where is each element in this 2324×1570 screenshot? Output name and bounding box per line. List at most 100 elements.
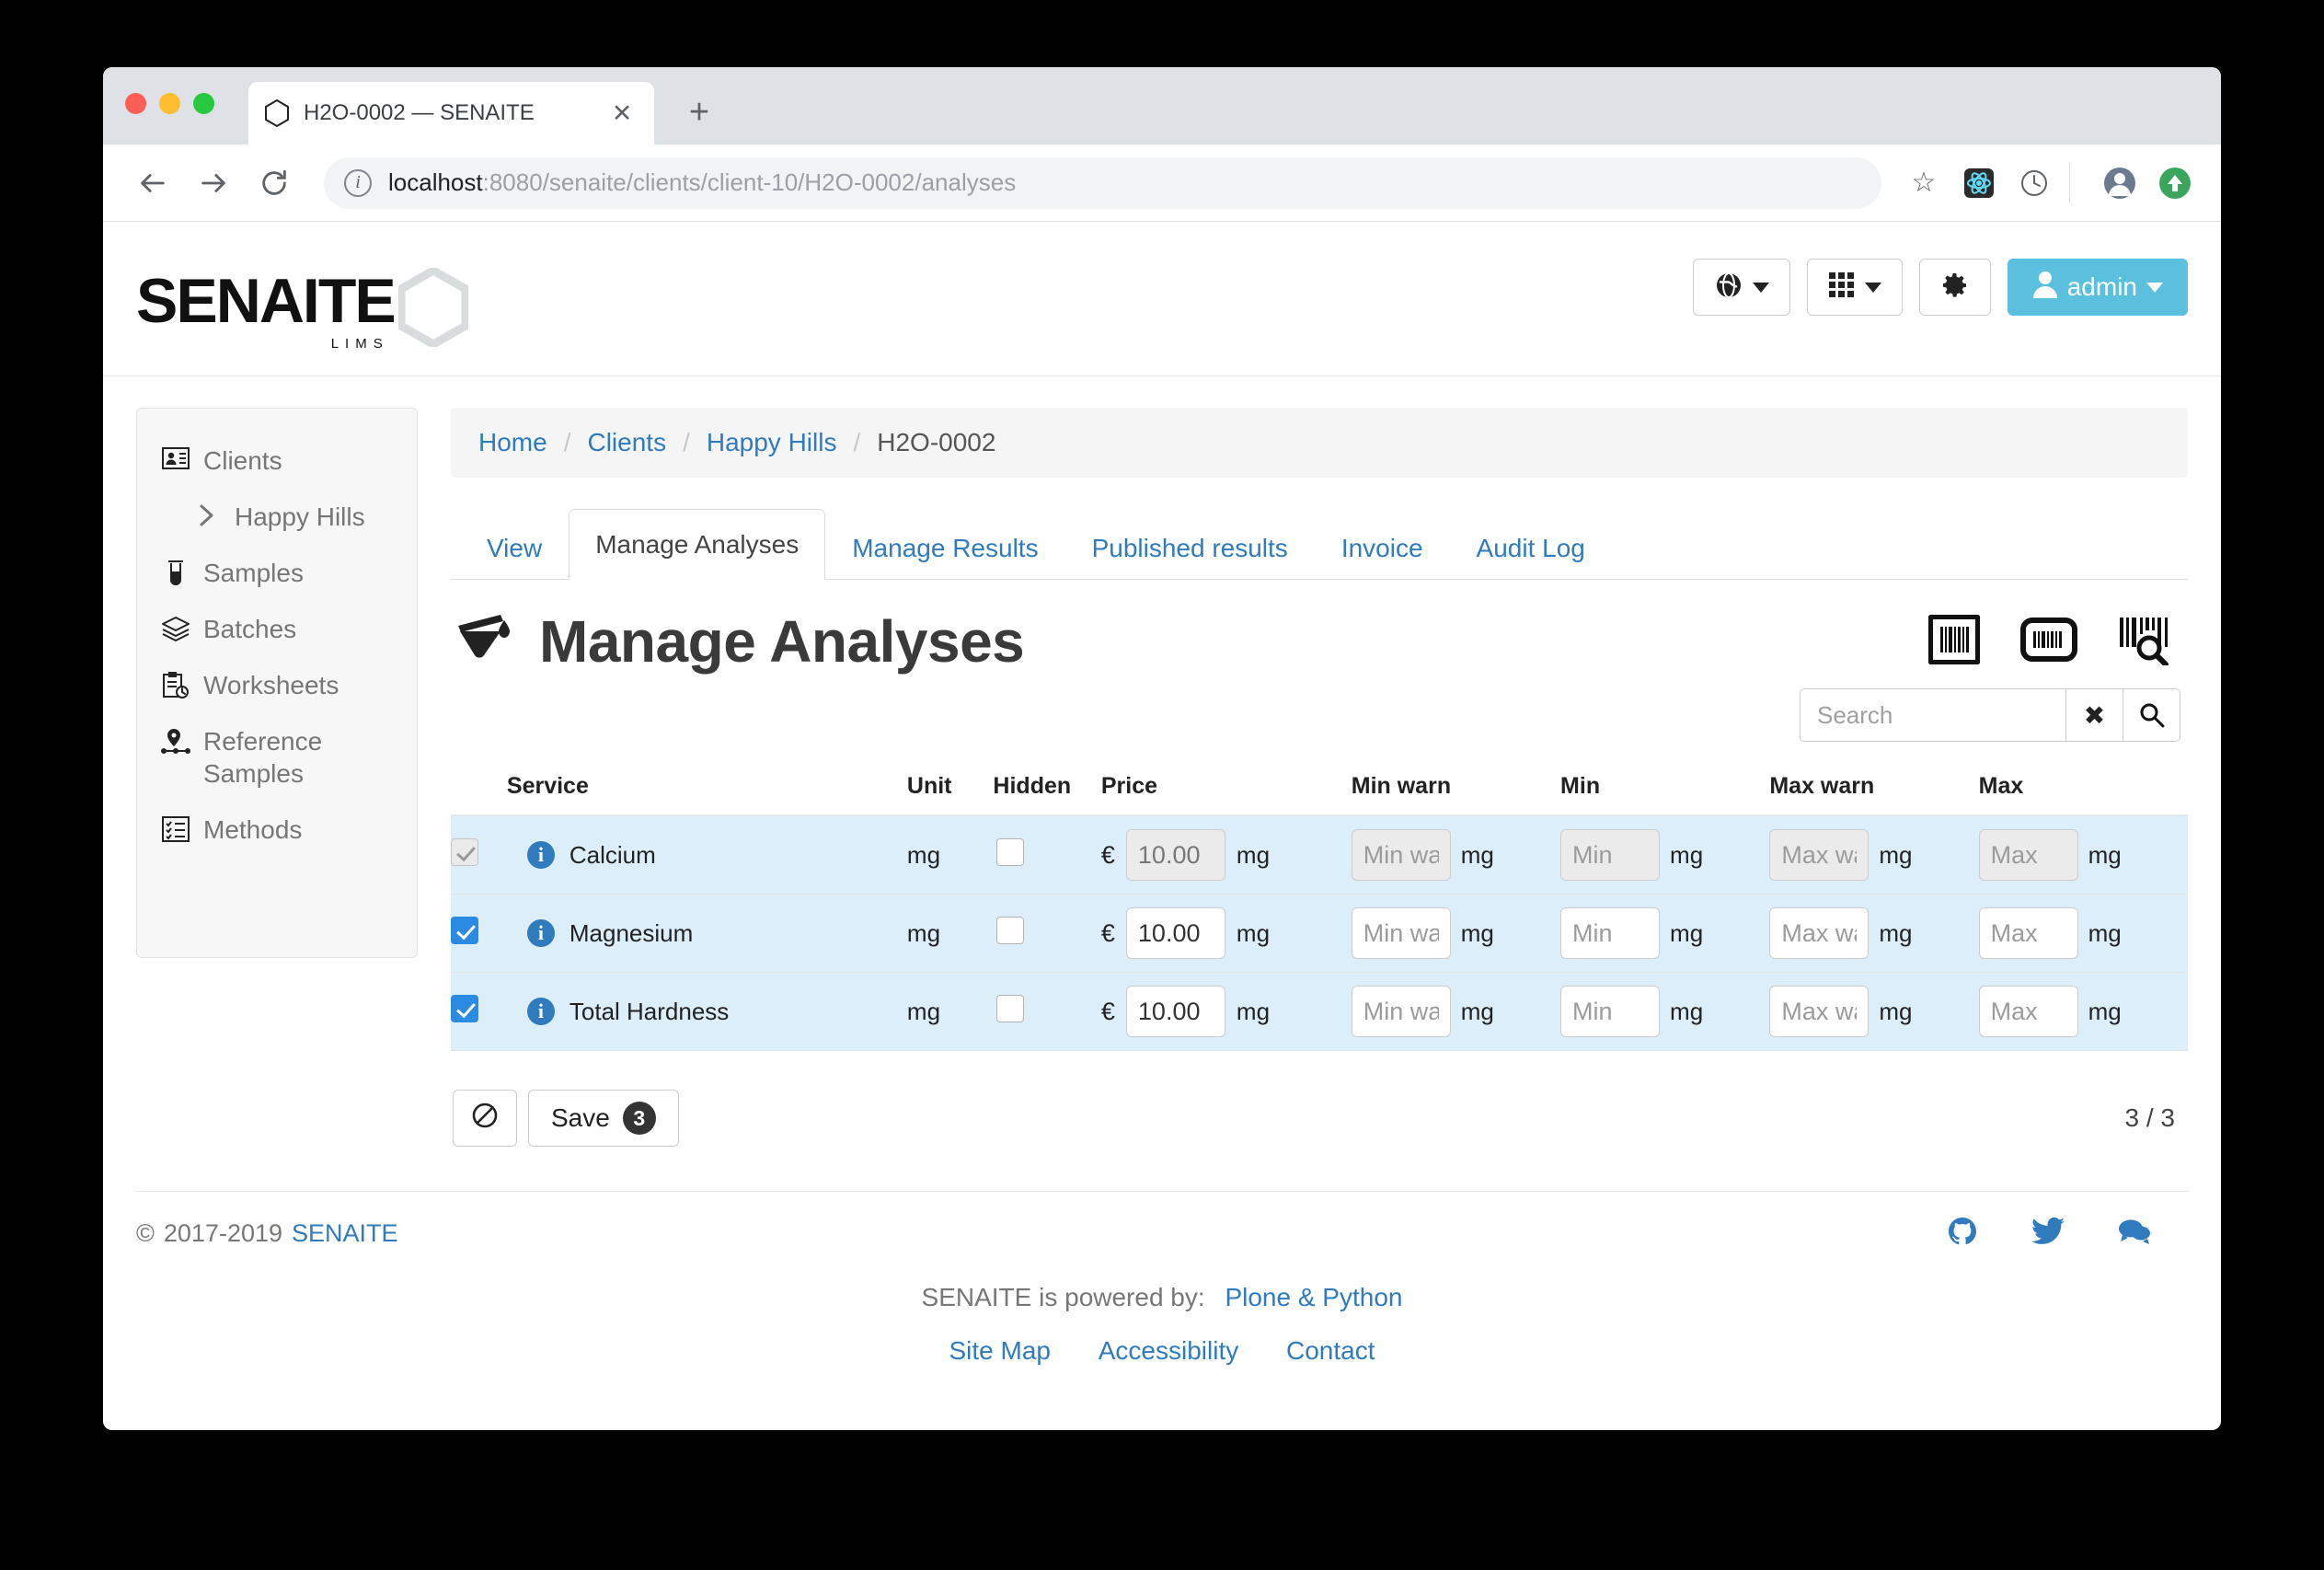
- language-selector-button[interactable]: [1692, 259, 1790, 316]
- chat-icon[interactable]: [2118, 1218, 2151, 1250]
- social-links: [1947, 1216, 2188, 1252]
- minimize-window-button[interactable]: [159, 93, 180, 114]
- max-input[interactable]: [1978, 829, 2078, 881]
- sidebar-item-clients[interactable]: Clients: [137, 433, 417, 489]
- min-input[interactable]: [1560, 829, 1661, 881]
- row-select-checkbox[interactable]: [451, 837, 478, 866]
- back-button[interactable]: [129, 159, 177, 207]
- barcode-scan-icon[interactable]: [2118, 614, 2175, 670]
- footer-link-accessibility[interactable]: Accessibility: [1099, 1336, 1238, 1365]
- min-warn-input[interactable]: [1351, 907, 1451, 959]
- min-input[interactable]: [1560, 986, 1661, 1037]
- deselect-all-button[interactable]: [453, 1090, 517, 1147]
- settings-button[interactable]: [1918, 259, 1991, 316]
- new-tab-button[interactable]: +: [680, 93, 719, 132]
- browser-tab[interactable]: H2O-0002 — SENAITE ✕: [248, 82, 654, 144]
- apps-menu-button[interactable]: [1806, 259, 1903, 316]
- breadcrumb-link-happy-hills[interactable]: Happy Hills: [707, 428, 837, 457]
- max-warn-input[interactable]: [1769, 907, 1870, 959]
- price-input[interactable]: [1125, 986, 1225, 1037]
- max-warn-input[interactable]: [1769, 986, 1870, 1037]
- cell-min: mg: [1560, 815, 1770, 895]
- react-devtools-icon[interactable]: [1959, 163, 1999, 203]
- min-warn-input[interactable]: [1351, 986, 1451, 1037]
- browser-toolbar: i localhost:8080/senaite/clients/client-…: [103, 144, 2221, 222]
- barcode-icon[interactable]: [1927, 613, 1981, 669]
- breadcrumb: Home / Clients / Happy Hills / H2O-0002: [451, 408, 2188, 478]
- powered-by: SENAITE is powered by: Plone & Python: [136, 1283, 2188, 1312]
- senaite-logo[interactable]: SENAITE LIMS: [136, 251, 470, 352]
- cell-min-warn: mg: [1351, 894, 1561, 973]
- close-window-button[interactable]: [125, 93, 146, 114]
- breadcrumb-separator: /: [563, 428, 571, 456]
- cell-min: mg: [1560, 972, 1770, 1051]
- barcode-rounded-icon[interactable]: [2020, 617, 2077, 666]
- address-bar[interactable]: i localhost:8080/senaite/clients/client-…: [324, 156, 1881, 209]
- tab-view[interactable]: View: [460, 516, 569, 580]
- sidebar-item-batches[interactable]: Batches: [137, 601, 417, 657]
- row-select-checkbox[interactable]: [451, 994, 478, 1022]
- url-text: localhost:8080/senaite/clients/client-10…: [388, 168, 1016, 197]
- powered-by-link[interactable]: Plone & Python: [1225, 1283, 1402, 1311]
- unit-label: mg: [1879, 918, 1913, 947]
- forward-button[interactable]: [190, 159, 237, 207]
- max-input[interactable]: [1978, 907, 2078, 959]
- tab-manage-analyses[interactable]: Manage Analyses: [569, 509, 826, 580]
- search-clear-button[interactable]: ✖: [2066, 688, 2123, 742]
- search-input[interactable]: [1800, 688, 2066, 742]
- currency-symbol: €: [1100, 997, 1115, 1025]
- maximize-window-button[interactable]: [193, 93, 214, 114]
- breadcrumb-link-home[interactable]: Home: [478, 428, 547, 457]
- footer-link-contact[interactable]: Contact: [1286, 1336, 1375, 1365]
- tab-audit-log[interactable]: Audit Log: [1450, 516, 1612, 580]
- tab-invoice[interactable]: Invoice: [1315, 516, 1450, 580]
- max-warn-input[interactable]: [1769, 829, 1870, 881]
- service-name: Total Hardness: [569, 997, 730, 1025]
- sidebar-item-happy-hills[interactable]: Happy Hills: [137, 489, 417, 545]
- sidebar-item-methods[interactable]: Methods: [137, 802, 417, 858]
- browser-tab-title: H2O-0002 — SENAITE: [304, 100, 535, 125]
- sidebar-item-worksheets[interactable]: Worksheets: [137, 657, 417, 713]
- cell-select: [451, 894, 507, 973]
- unit-label: mg: [1670, 840, 1704, 869]
- info-icon[interactable]: i: [526, 841, 555, 869]
- bookmark-star-icon[interactable]: ☆: [1904, 163, 1944, 203]
- sidebar-item-reference-samples[interactable]: Reference Samples: [137, 713, 417, 802]
- price-input[interactable]: [1125, 907, 1225, 959]
- breadcrumb-link-clients[interactable]: Clients: [587, 428, 666, 457]
- site-info-icon[interactable]: i: [344, 168, 372, 197]
- tab-manage-results[interactable]: Manage Results: [825, 516, 1064, 580]
- info-icon[interactable]: i: [526, 919, 555, 947]
- price-input[interactable]: [1125, 829, 1225, 881]
- max-input[interactable]: [1978, 986, 2078, 1037]
- footer-link-site-map[interactable]: Site Map: [949, 1336, 1051, 1365]
- min-input[interactable]: [1560, 907, 1661, 959]
- twitter-icon[interactable]: [2031, 1217, 2065, 1250]
- tab-published-results[interactable]: Published results: [1065, 516, 1315, 580]
- hidden-checkbox[interactable]: [996, 837, 1025, 866]
- close-tab-button[interactable]: ✕: [606, 98, 638, 129]
- header-min-warn: Min warn: [1351, 762, 1561, 816]
- body-layout: Clients Happy Hills Samples Batches Work…: [103, 376, 2221, 1147]
- sidebar-item-samples[interactable]: Samples: [137, 545, 417, 601]
- user-menu-button[interactable]: admin: [2007, 259, 2188, 316]
- logo-wordmark: SENAITE: [136, 266, 397, 337]
- search-row: ✖: [451, 688, 2188, 742]
- github-icon[interactable]: [1947, 1216, 1978, 1252]
- profile-avatar-icon[interactable]: [2100, 163, 2140, 203]
- powered-by-text: SENAITE is powered by:: [921, 1283, 1205, 1311]
- hidden-checkbox[interactable]: [996, 994, 1025, 1022]
- update-menu-icon[interactable]: [2155, 163, 2195, 203]
- min-warn-input[interactable]: [1351, 829, 1451, 881]
- copyright-link[interactable]: SENAITE: [292, 1219, 398, 1248]
- reload-button[interactable]: [250, 159, 298, 207]
- cell-min: mg: [1560, 894, 1770, 973]
- search-submit-button[interactable]: [2123, 688, 2180, 742]
- info-icon[interactable]: i: [526, 998, 555, 1025]
- row-select-checkbox[interactable]: [451, 916, 478, 944]
- save-button[interactable]: Save 3: [528, 1090, 679, 1147]
- result-count: 3 / 3: [2124, 1103, 2175, 1132]
- clipboard-clock-icon: [161, 669, 190, 699]
- history-extension-icon[interactable]: [2014, 163, 2054, 203]
- hidden-checkbox[interactable]: [996, 916, 1025, 944]
